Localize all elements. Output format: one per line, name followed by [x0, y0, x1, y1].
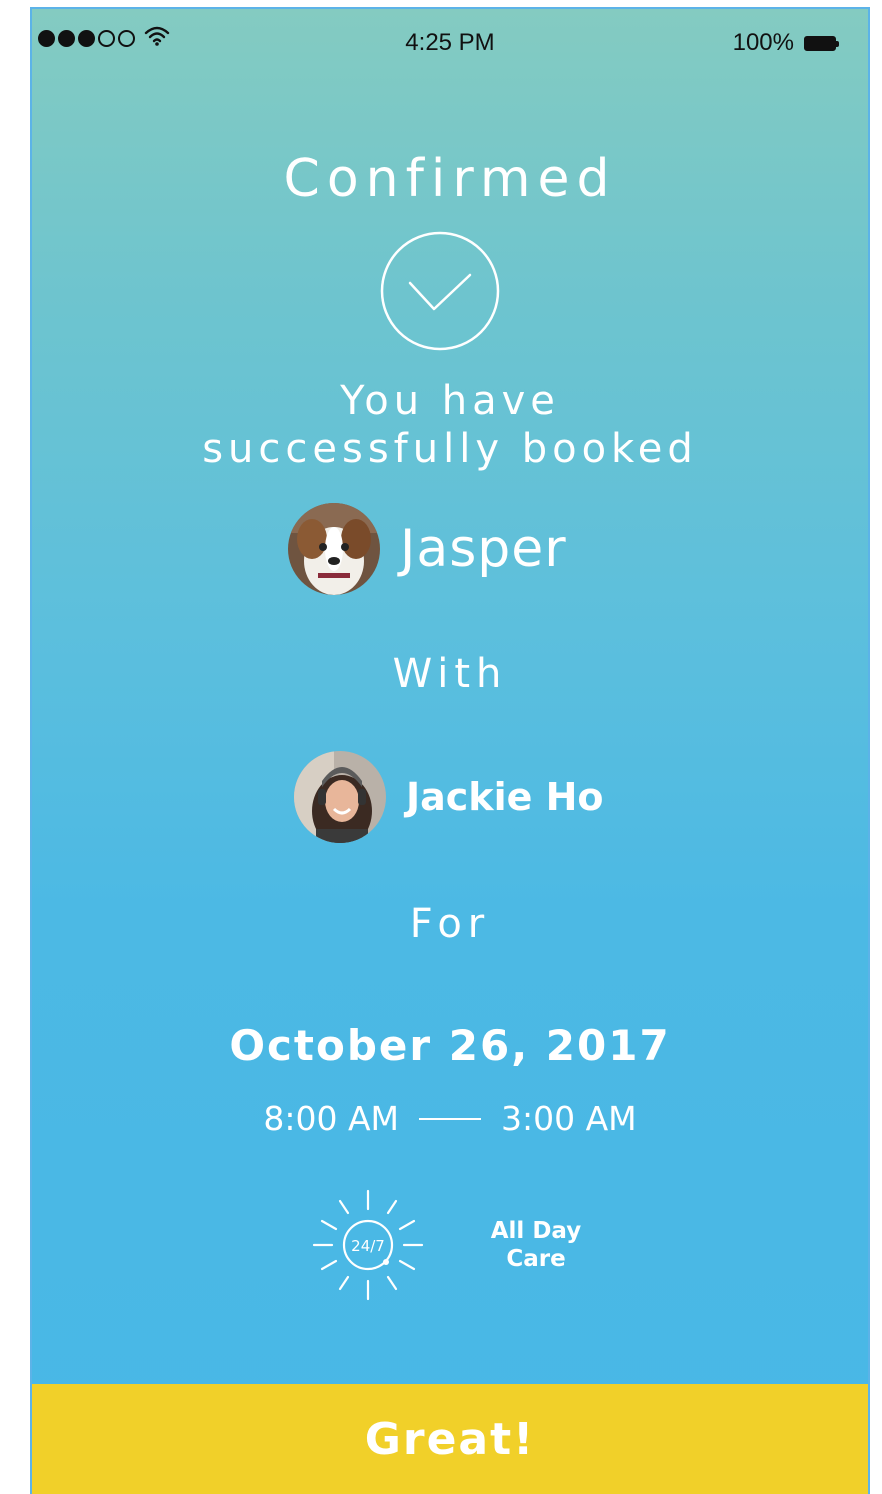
page-title: Confirmed — [283, 149, 617, 209]
for-label: For — [409, 901, 491, 947]
great-button[interactable]: Great! — [32, 1384, 868, 1494]
service-label-line2: Care — [506, 1246, 566, 1272]
check-circle-icon — [380, 231, 500, 351]
status-bar: 4:25 PM 100% — [32, 9, 868, 79]
battery-icon — [804, 35, 839, 51]
booking-date: October 26, 2017 — [229, 1021, 671, 1070]
booking-time-range: 8:00 AM 3:00 AM — [32, 1099, 868, 1138]
sun-24-7-icon: 24/7 — [312, 1189, 424, 1301]
sitter-avatar — [294, 751, 386, 843]
start-time: 8:00 AM — [263, 1099, 399, 1138]
time-range-divider — [419, 1117, 481, 1120]
pet-name: Jasper — [400, 519, 567, 579]
pet-info: Jasper — [288, 503, 567, 595]
service-label: All Day Care — [486, 1217, 586, 1273]
end-time: 3:00 AM — [501, 1099, 637, 1138]
with-label: With — [392, 651, 508, 697]
battery-percent: 100% — [732, 29, 794, 56]
svg-text:24/7: 24/7 — [351, 1237, 385, 1255]
booking-confirmation-screen: 4:25 PM 100% Confirmed You have successf… — [30, 7, 870, 1494]
success-message: You have successfully booked — [32, 377, 868, 473]
dog-avatar — [288, 503, 380, 595]
sitter-info: Jackie Ho — [294, 751, 604, 843]
sitter-name: Jackie Ho — [406, 775, 604, 819]
service-type: 24/7 All Day Care — [310, 1187, 586, 1303]
success-message-line2: successfully booked — [202, 426, 698, 472]
success-message-line1: You have — [340, 378, 560, 424]
service-label-line1: All Day — [490, 1218, 582, 1244]
